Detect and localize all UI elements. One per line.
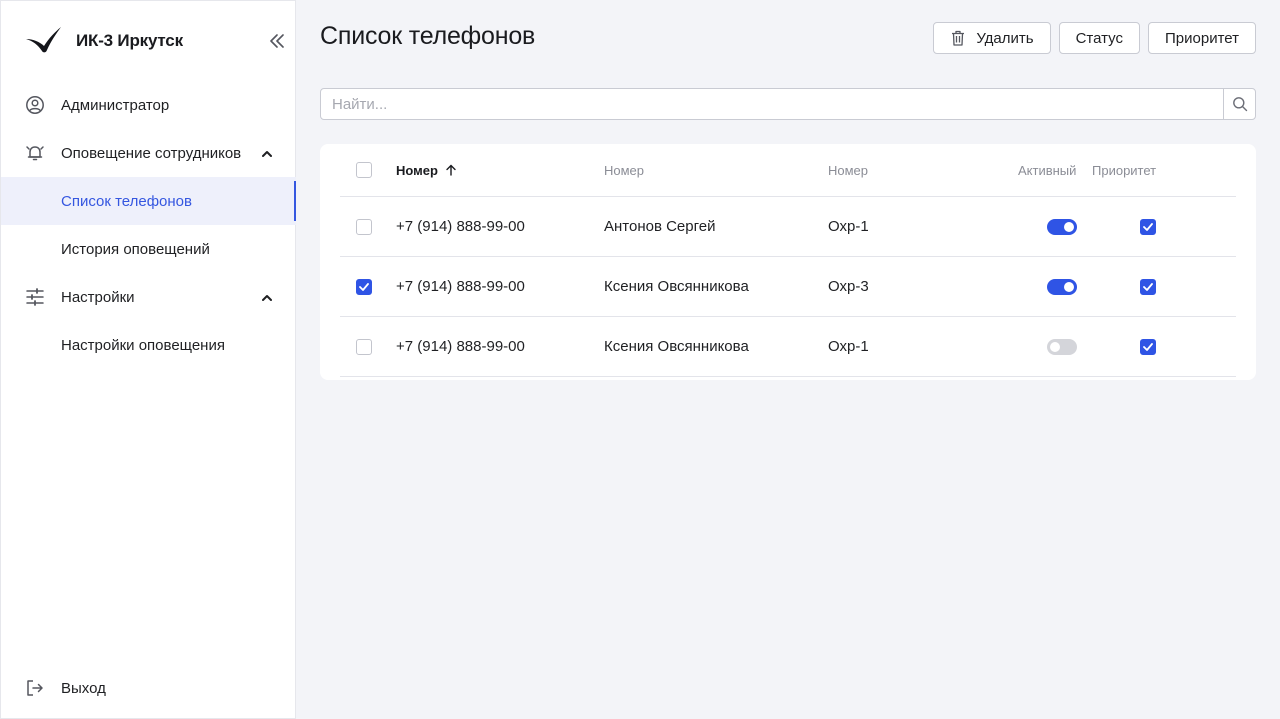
- brand[interactable]: ИК-3 Иркутск: [25, 23, 285, 59]
- sidebar-item-administrator[interactable]: Администратор: [1, 81, 296, 129]
- column-header-phone[interactable]: Номер: [396, 144, 457, 196]
- row-select-cell: [356, 317, 372, 376]
- sidebar-item-phone-list[interactable]: Список телефонов: [1, 177, 296, 225]
- phones-table: Номер Номер Номер Активный Приоритет +7 …: [320, 144, 1256, 380]
- search-input[interactable]: [321, 89, 1223, 119]
- phone-cell: +7 (914) 888-99-00: [396, 218, 525, 235]
- brand-name: ИК-3 Иркутск: [76, 31, 183, 50]
- row-select-cell: [356, 257, 372, 316]
- select-all-cell: [356, 144, 372, 196]
- search-bar: [320, 88, 1256, 120]
- row-select-checkbox[interactable]: [356, 218, 372, 235]
- phone-cell: +7 (914) 888-99-00: [396, 278, 525, 295]
- name-cell: Антонов Сергей: [604, 218, 716, 235]
- active-toggle[interactable]: [1047, 218, 1077, 235]
- table-row[interactable]: +7 (914) 888-99-00 Ксения Овсянникова Охр-…: [340, 317, 1236, 377]
- phone-cell: +7 (914) 888-99-00: [396, 338, 525, 355]
- active-cell: [1047, 197, 1077, 256]
- delete-label: Удалить: [976, 29, 1034, 47]
- priority-checkbox[interactable]: [1140, 278, 1156, 295]
- column-header-name[interactable]: Номер: [604, 144, 644, 196]
- status-button[interactable]: Статус: [1058, 22, 1141, 54]
- row-select-checkbox[interactable]: [356, 278, 372, 295]
- post-cell: Охр-1: [828, 218, 869, 235]
- page-title: Список телефонов: [320, 22, 536, 50]
- post-cell: Охр-3: [828, 278, 869, 295]
- bird-logo-icon: [25, 26, 63, 56]
- sidebar-item-label: Настройки оповещения: [61, 336, 225, 354]
- column-header-active[interactable]: Активный: [1018, 144, 1076, 196]
- sidebar-item-label: Оповещение сотрудников: [61, 144, 242, 162]
- priority-cell: [1140, 197, 1156, 256]
- sidebar-item-notifications[interactable]: Оповещение сотрудников: [1, 129, 296, 177]
- delete-button[interactable]: Удалить: [933, 22, 1051, 54]
- logout-label: Выход: [61, 679, 106, 697]
- sidebar-item-notification-settings[interactable]: Настройки оповещения: [1, 321, 296, 369]
- table-row[interactable]: +7 (914) 888-99-00 Ксения Овсянникова Охр-…: [340, 257, 1236, 317]
- trash-icon: [950, 30, 966, 46]
- sidebar-nav: Администратор Оповещение сотрудников Спи…: [1, 81, 296, 369]
- sliders-icon: [25, 287, 45, 307]
- active-toggle[interactable]: [1047, 278, 1077, 295]
- column-header-post[interactable]: Номер: [828, 144, 868, 196]
- sidebar-item-label: Администратор: [61, 96, 170, 114]
- table-row[interactable]: +7 (914) 888-99-00 Антонов Сергей Охр-1: [340, 197, 1236, 257]
- active-cell: [1047, 257, 1077, 316]
- priority-cell: [1140, 317, 1156, 376]
- row-select-cell: [356, 197, 372, 256]
- search-button[interactable]: [1223, 89, 1255, 119]
- sidebar-item-label: Настройки: [61, 288, 135, 306]
- chevron-up-icon[interactable]: [260, 146, 274, 160]
- sidebar: ИК-3 Иркутск Администратор Оповещение со…: [0, 0, 296, 719]
- column-header-priority[interactable]: Приоритет: [1092, 144, 1156, 196]
- sidebar-item-settings[interactable]: Настройки: [1, 273, 296, 321]
- sort-arrow-up-icon: [446, 164, 456, 176]
- active-cell: [1047, 317, 1077, 376]
- select-all-checkbox[interactable]: [356, 162, 372, 178]
- search-icon: [1232, 97, 1247, 112]
- chevron-up-icon[interactable]: [260, 290, 274, 304]
- toolbar: Удалить Статус Приоритет: [933, 22, 1256, 54]
- priority-cell: [1140, 257, 1156, 316]
- column-header-label: Номер: [396, 162, 438, 178]
- name-cell: Ксения Овсянникова: [604, 338, 749, 355]
- priority-checkbox[interactable]: [1140, 338, 1156, 355]
- priority-button[interactable]: Приоритет: [1148, 22, 1256, 54]
- name-cell: Ксения Овсянникова: [604, 278, 749, 295]
- post-cell: Охр-1: [828, 338, 869, 355]
- sidebar-item-notification-history[interactable]: История оповещений: [1, 225, 296, 273]
- collapse-sidebar-icon[interactable]: [265, 31, 289, 51]
- priority-checkbox[interactable]: [1140, 218, 1156, 235]
- bell-icon: [25, 143, 45, 163]
- active-toggle[interactable]: [1047, 338, 1077, 355]
- user-circle-icon: [25, 95, 45, 115]
- row-select-checkbox[interactable]: [356, 338, 372, 355]
- table-header: Номер Номер Номер Активный Приоритет: [340, 144, 1236, 197]
- logout-icon: [25, 678, 45, 698]
- logout-button[interactable]: Выход: [1, 664, 296, 712]
- sidebar-item-label: История оповещений: [61, 240, 210, 258]
- sidebar-item-label: Список телефонов: [61, 192, 192, 210]
